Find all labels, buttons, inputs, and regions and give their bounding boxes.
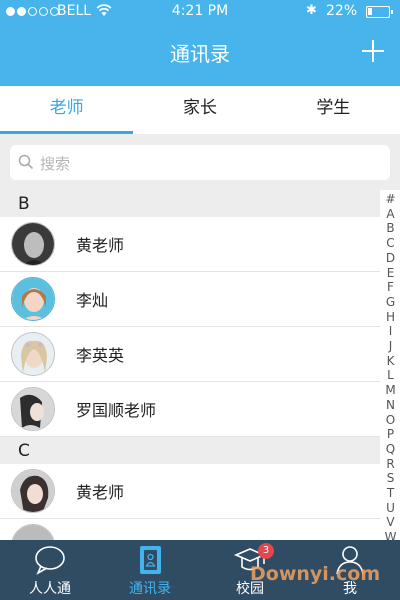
contact-row[interactable] <box>0 519 380 540</box>
index-letter[interactable]: L <box>387 368 394 383</box>
search-placeholder: 搜索 <box>40 155 71 173</box>
index-letter[interactable]: G <box>386 295 395 310</box>
contact-row[interactable]: 李灿 <box>0 272 380 327</box>
avatar <box>11 277 55 321</box>
tabbar-item-contacts[interactable]: 通讯录 <box>100 540 200 600</box>
index-letter[interactable]: V <box>386 515 394 530</box>
contact-name: 李英英 <box>76 346 125 365</box>
add-icon[interactable] <box>362 40 384 62</box>
index-letter[interactable]: M <box>385 383 395 398</box>
avatar <box>11 222 55 266</box>
search-area: 搜索 <box>0 134 400 190</box>
index-letter[interactable]: P <box>387 427 394 442</box>
index-letter[interactable]: T <box>387 486 394 501</box>
index-letter[interactable]: N <box>386 398 395 413</box>
alphabet-index[interactable]: # A B C D E F G H I J K L M N O P Q R S T U V W <box>381 192 400 544</box>
index-letter[interactable]: # <box>385 192 395 207</box>
status-bar: BELL 4:21 PM ✱ 22% <box>0 0 400 24</box>
avatar <box>11 332 55 376</box>
contact-name: 黄老师 <box>76 236 125 255</box>
contact-row[interactable]: 罗国顺老师 <box>0 382 380 437</box>
contacts-book-icon <box>140 546 161 574</box>
avatar <box>11 387 55 431</box>
tab-teachers[interactable]: 老师 <box>0 86 134 134</box>
contact-row[interactable]: 李英英 <box>0 327 380 382</box>
index-letter[interactable]: O <box>386 413 395 428</box>
tabbar-label: 人人通 <box>29 581 71 597</box>
tab-parents[interactable]: 家长 <box>133 86 266 134</box>
index-letter[interactable]: H <box>386 310 395 325</box>
index-letter[interactable]: B <box>386 221 394 236</box>
index-letter[interactable]: F <box>387 280 394 295</box>
index-letter[interactable]: E <box>387 266 395 281</box>
index-letter[interactable]: J <box>389 339 393 354</box>
section-header-b: B <box>0 190 380 217</box>
section-header-c: C <box>0 437 380 464</box>
contact-row[interactable]: 黄老师 <box>0 217 380 272</box>
page-title: 通讯录 <box>170 42 230 66</box>
index-letter[interactable]: D <box>386 251 395 266</box>
contact-type-tabs: 老师 家长 学生 <box>0 86 400 134</box>
index-letter[interactable]: C <box>386 236 394 251</box>
index-letter[interactable]: Q <box>386 442 395 457</box>
watermark: Downyi.com <box>250 563 381 585</box>
chat-bubble-icon <box>35 546 65 575</box>
contact-name: 罗国顺老师 <box>76 401 157 420</box>
tabbar-label: 通讯录 <box>129 581 171 597</box>
contact-list: B 黄老师 李灿 李英英 罗国顺老师 C 黄老师 <box>0 190 380 540</box>
index-letter[interactable]: S <box>387 471 395 486</box>
contact-name: 李灿 <box>76 291 109 310</box>
battery-percent: 22% <box>326 3 358 19</box>
index-letter[interactable]: R <box>386 457 394 472</box>
contact-row[interactable]: 黄老师 <box>0 464 380 519</box>
notification-badge: 3 <box>258 543 274 559</box>
search-input[interactable]: 搜索 <box>10 145 390 180</box>
avatar <box>11 524 55 540</box>
search-icon <box>18 154 34 170</box>
tab-students[interactable]: 学生 <box>267 86 400 134</box>
battery-icon <box>366 6 393 18</box>
index-letter[interactable]: U <box>386 501 395 516</box>
bluetooth-icon: ✱ <box>306 3 317 18</box>
tabbar-item-renrentong[interactable]: 人人通 <box>0 540 100 600</box>
index-letter[interactable]: K <box>387 354 395 369</box>
index-letter[interactable]: I <box>389 324 393 339</box>
index-letter[interactable]: A <box>386 207 394 222</box>
avatar <box>11 469 55 513</box>
contact-name: 黄老师 <box>76 483 125 502</box>
top-header: BELL 4:21 PM ✱ 22% 通讯录 <box>0 0 400 86</box>
